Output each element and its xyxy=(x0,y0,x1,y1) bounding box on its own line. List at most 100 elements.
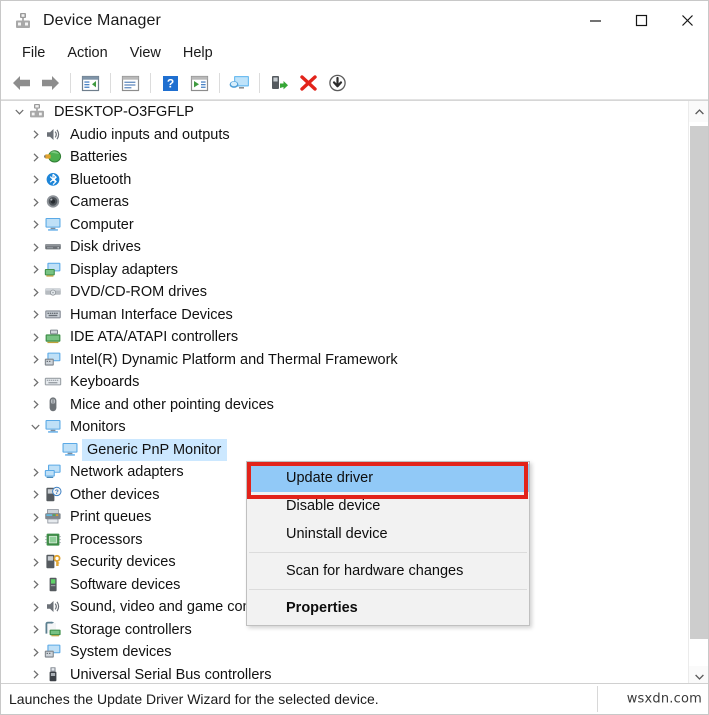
context-menu-item-uninstall-device[interactable]: Uninstall device xyxy=(247,520,529,548)
show-hide-console-tree-icon[interactable] xyxy=(76,70,105,97)
chevron-down-icon[interactable] xyxy=(27,416,44,438)
chevron-right-icon[interactable] xyxy=(27,191,44,213)
tree-item-ide-ata-atapi-controllers[interactable]: IDE ATA/ATAPI controllers xyxy=(1,326,689,349)
maximize-button[interactable] xyxy=(618,1,664,40)
chevron-right-icon[interactable] xyxy=(27,349,44,371)
chevron-right-icon[interactable] xyxy=(27,214,44,236)
tree-item-label: Batteries xyxy=(70,149,128,166)
tree-item-keyboards[interactable]: Keyboards xyxy=(1,371,689,394)
monitor-icon xyxy=(44,418,63,436)
enable-device-icon[interactable] xyxy=(265,70,294,97)
tree-item-human-interface-devices[interactable]: Human Interface Devices xyxy=(1,304,689,327)
chevron-right-icon[interactable] xyxy=(27,146,44,168)
monitor-icon xyxy=(44,216,63,234)
printer-icon xyxy=(44,508,63,526)
optical-drive-icon xyxy=(44,283,63,301)
chevron-right-icon[interactable] xyxy=(27,529,44,551)
back-arrow-icon[interactable] xyxy=(7,70,36,97)
chevron-right-icon[interactable] xyxy=(27,551,44,573)
tree-item-dvd-cd-rom-drives[interactable]: DVD/CD-ROM drives xyxy=(1,281,689,304)
menu-action[interactable]: Action xyxy=(56,42,118,65)
tree-no-chevron xyxy=(44,439,61,461)
speaker-icon xyxy=(44,598,63,616)
context-menu-item-properties[interactable]: Properties xyxy=(247,594,529,622)
chevron-right-icon[interactable] xyxy=(27,574,44,596)
tree-item-label: Storage controllers xyxy=(70,621,192,638)
camera-icon xyxy=(44,193,63,211)
other-device-icon: ? xyxy=(44,486,63,504)
context-menu-item-update-driver[interactable]: Update driver xyxy=(247,464,529,492)
tree-item-label: Display adapters xyxy=(70,261,178,278)
tree-item-cameras[interactable]: Cameras xyxy=(1,191,689,214)
tree-item-generic-pnp-monitor[interactable]: Generic PnP Monitor xyxy=(1,438,689,462)
tree-root-item[interactable]: DESKTOP-O3FGFLP xyxy=(1,101,689,124)
tree-item-label: Keyboards xyxy=(70,374,140,391)
menu-help[interactable]: Help xyxy=(172,42,224,65)
mouse-icon xyxy=(44,396,63,414)
keyboard-icon xyxy=(44,373,63,391)
scrollbar-track[interactable] xyxy=(689,122,708,666)
vertical-scrollbar[interactable] xyxy=(688,101,708,686)
chevron-right-icon[interactable] xyxy=(27,281,44,303)
chevron-right-icon[interactable] xyxy=(27,394,44,416)
chevron-right-icon[interactable] xyxy=(27,484,44,506)
chevron-right-icon[interactable] xyxy=(27,371,44,393)
chevron-right-icon[interactable] xyxy=(27,641,44,663)
tree-item-disk-drives[interactable]: Disk drives xyxy=(1,236,689,259)
scroll-up-arrow-icon[interactable] xyxy=(689,101,708,122)
tree-item-label: IDE ATA/ATAPI controllers xyxy=(70,329,239,346)
chevron-right-icon[interactable] xyxy=(27,326,44,348)
tree-item-intel-r-dynamic-platform-and-thermal-framework[interactable]: Intel(R) Dynamic Platform and Thermal Fr… xyxy=(1,349,689,372)
tree-item-label: Mice and other pointing devices xyxy=(70,396,274,413)
chevron-right-icon[interactable] xyxy=(27,596,44,618)
minimize-button[interactable] xyxy=(572,1,618,40)
context-menu[interactable]: Update driver Disable device Uninstall dev… xyxy=(246,461,530,626)
window-controls xyxy=(572,1,708,40)
help-icon[interactable]: ? xyxy=(156,70,185,97)
chevron-right-icon[interactable] xyxy=(27,461,44,483)
tree-item-label: Computer xyxy=(70,216,134,233)
chevron-right-icon[interactable] xyxy=(27,304,44,326)
scrollbar-thumb[interactable] xyxy=(690,126,708,639)
chevron-right-icon[interactable] xyxy=(27,506,44,528)
toolbar-separator xyxy=(259,73,260,93)
context-menu-item-disable-device[interactable]: Disable device xyxy=(247,492,529,520)
tree-item-monitors[interactable]: Monitors xyxy=(1,416,689,439)
chevron-right-icon[interactable] xyxy=(27,169,44,191)
forward-arrow-icon[interactable] xyxy=(36,70,65,97)
close-button[interactable] xyxy=(664,1,708,40)
update-driver-icon[interactable] xyxy=(185,70,214,97)
svg-text:?: ? xyxy=(55,489,59,496)
display-adapter-icon xyxy=(44,261,63,279)
toolbar-separator xyxy=(110,73,111,93)
computer-root-icon xyxy=(28,103,47,121)
chevron-down-icon[interactable] xyxy=(11,101,28,123)
menu-file[interactable]: File xyxy=(11,42,56,65)
disk-drive-icon xyxy=(44,238,63,256)
disable-device-icon[interactable] xyxy=(323,70,352,97)
context-menu-item-scan-for-hardware-changes[interactable]: Scan for hardware changes xyxy=(247,557,529,585)
toolbar-separator xyxy=(150,73,151,93)
properties-icon[interactable] xyxy=(116,70,145,97)
software-device-icon xyxy=(44,576,63,594)
tree-item-label: Security devices xyxy=(70,554,176,571)
uninstall-device-icon[interactable] xyxy=(294,70,323,97)
tree-item-batteries[interactable]: Batteries xyxy=(1,146,689,169)
scan-hardware-changes-icon[interactable] xyxy=(225,70,254,97)
tree-item-label: DESKTOP-O3FGFLP xyxy=(54,104,194,121)
status-bar: Launches the Update Driver Wizard for th… xyxy=(1,683,708,714)
tree-item-audio-inputs-and-outputs[interactable]: Audio inputs and outputs xyxy=(1,124,689,147)
tree-item-label: Network adapters xyxy=(70,464,184,481)
tree-item-bluetooth[interactable]: Bluetooth xyxy=(1,169,689,192)
tree-item-mice-and-other-pointing-devices[interactable]: Mice and other pointing devices xyxy=(1,394,689,417)
chevron-right-icon[interactable] xyxy=(27,124,44,146)
system-device-icon xyxy=(44,351,63,369)
tree-item-display-adapters[interactable]: Display adapters xyxy=(1,259,689,282)
monitor-icon xyxy=(61,441,80,459)
tree-item-computer[interactable]: Computer xyxy=(1,214,689,237)
chevron-right-icon[interactable] xyxy=(27,619,44,641)
tree-item-system-devices[interactable]: System devices xyxy=(1,641,689,664)
menu-view[interactable]: View xyxy=(119,42,172,65)
chevron-right-icon[interactable] xyxy=(27,236,44,258)
chevron-right-icon[interactable] xyxy=(27,259,44,281)
